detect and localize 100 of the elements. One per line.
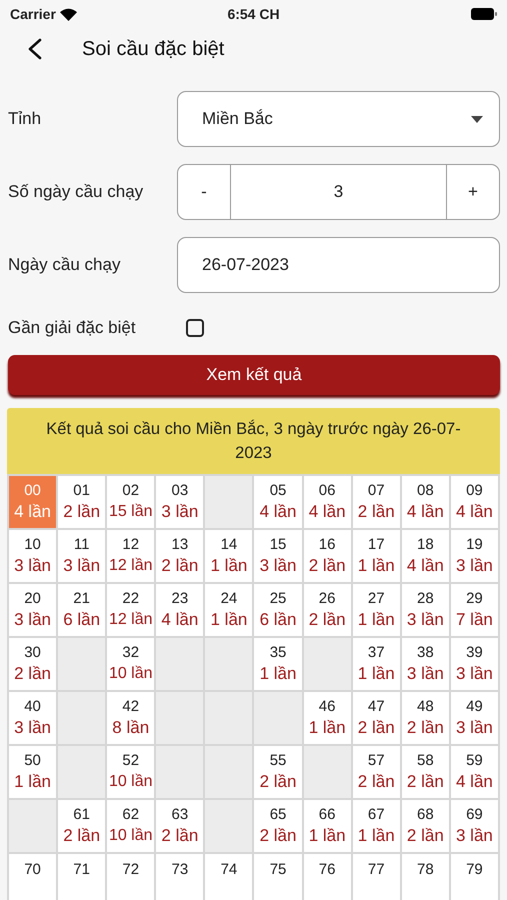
cell-count: 2 lần xyxy=(63,501,100,523)
number-cell[interactable]: 20 3 lần xyxy=(9,584,56,636)
increment-button[interactable]: + xyxy=(447,165,499,219)
number-cell[interactable]: 75 xyxy=(254,854,302,900)
number-cell[interactable]: 14 1 lần xyxy=(205,530,252,582)
number-cell[interactable]: 76 xyxy=(304,854,351,900)
number-cell[interactable]: 24 1 lần xyxy=(205,584,252,636)
number-cell[interactable]: 25 6 lần xyxy=(254,584,302,636)
number-cell[interactable]: 08 4 lần xyxy=(402,476,449,528)
number-cell[interactable]: 26 2 lần xyxy=(304,584,351,636)
number-cell[interactable]: 67 1 lần xyxy=(352,800,400,852)
number-cell[interactable]: 47 2 lần xyxy=(352,692,400,744)
cell-count: 1 lần xyxy=(308,825,346,847)
number-cell[interactable]: 40 3 lần xyxy=(9,692,56,744)
number-cell[interactable]: 57 2 lần xyxy=(352,746,400,798)
number-cell[interactable]: 32 10 lần xyxy=(107,638,154,690)
number-cell[interactable]: 05 4 lần xyxy=(254,476,302,528)
number-cell[interactable]: 18 4 lần xyxy=(402,530,449,582)
number-cell[interactable]: 52 10 lần xyxy=(107,746,154,798)
number-cell[interactable]: 39 3 lần xyxy=(450,638,498,690)
number-cell[interactable]: 16 2 lần xyxy=(304,530,351,582)
cell-number: 00 xyxy=(24,481,41,501)
number-cell[interactable]: 13 2 lần xyxy=(156,530,204,582)
province-dropdown[interactable]: Miền Bắc xyxy=(177,91,500,147)
number-cell[interactable]: 50 1 lần xyxy=(9,746,56,798)
number-cell[interactable]: 69 3 lần xyxy=(450,800,498,852)
number-cell[interactable]: 07 2 lần xyxy=(352,476,400,528)
number-cell[interactable]: 35 1 lần xyxy=(254,638,302,690)
number-cell[interactable]: 70 xyxy=(9,854,56,900)
cell-count: 1 lần xyxy=(358,825,395,847)
cell-number: 72 xyxy=(122,860,140,880)
cell-number: 55 xyxy=(270,751,286,771)
number-cell[interactable]: 01 2 lần xyxy=(58,476,106,528)
number-cell[interactable]: 71 xyxy=(58,854,106,900)
cell-count: 15 lần xyxy=(108,502,153,522)
cell-count: 2 lần xyxy=(308,609,346,631)
submit-button[interactable]: Xem kết quả xyxy=(8,355,500,395)
number-cell[interactable]: 38 3 lần xyxy=(402,638,449,690)
days-value-field[interactable]: 3 xyxy=(230,165,447,219)
number-cell[interactable]: 49 3 lần xyxy=(450,692,498,744)
number-cell[interactable]: 74 xyxy=(205,854,252,900)
cell-number: 11 xyxy=(74,535,90,555)
number-cell[interactable]: 02 15 lần xyxy=(107,476,154,528)
cell-count: 3 lần xyxy=(456,663,493,685)
number-cell[interactable]: 03 3 lần xyxy=(156,476,204,528)
number-cell[interactable]: 37 1 lần xyxy=(352,638,400,690)
result-title: Kết quả soi cầu cho Miền Bắc, 3 ngày trước ngày 26-07-2023 xyxy=(7,408,500,474)
number-cell[interactable]: 79 xyxy=(450,854,498,900)
cell-number: 22 xyxy=(122,589,140,609)
cell-number: 38 xyxy=(417,643,434,663)
number-cell[interactable]: 30 2 lần xyxy=(9,638,56,690)
number-cell[interactable]: 66 1 lần xyxy=(304,800,351,852)
number-cell[interactable]: 62 10 lần xyxy=(107,800,154,852)
number-cell[interactable]: 65 2 lần xyxy=(254,800,302,852)
number-cell[interactable]: 78 xyxy=(402,854,449,900)
screen-title: Soi cầu đặc biệt xyxy=(82,38,224,60)
number-cell[interactable]: 17 1 lần xyxy=(352,530,400,582)
empty-cell xyxy=(205,800,252,852)
checkbox[interactable] xyxy=(186,319,204,337)
number-cell[interactable]: 21 6 lần xyxy=(58,584,106,636)
cell-count: 1 lần xyxy=(358,555,395,577)
number-cell[interactable]: 61 2 lần xyxy=(58,800,106,852)
number-cell[interactable]: 12 12 lần xyxy=(107,530,154,582)
number-cell[interactable]: 22 12 lần xyxy=(107,584,154,636)
cell-number: 61 xyxy=(73,805,90,825)
date-field[interactable]: 26-07-2023 xyxy=(177,237,500,293)
number-cell[interactable]: 09 4 lần xyxy=(450,476,498,528)
number-cell[interactable]: 73 xyxy=(156,854,204,900)
number-cell[interactable]: 23 4 lần xyxy=(156,584,204,636)
cell-number: 12 xyxy=(122,535,140,555)
cell-count: 4 lần xyxy=(456,771,493,793)
number-cell[interactable]: 58 2 lần xyxy=(402,746,449,798)
number-cell[interactable]: 29 7 lần xyxy=(450,584,498,636)
number-cell[interactable]: 28 3 lần xyxy=(402,584,449,636)
number-cell[interactable]: 77 xyxy=(352,854,400,900)
cell-count: 8 lần xyxy=(112,717,150,739)
number-cell[interactable]: 63 2 lần xyxy=(156,800,204,852)
number-cell[interactable]: 11 3 lần xyxy=(58,530,106,582)
number-cell[interactable]: 27 1 lần xyxy=(352,584,400,636)
number-cell[interactable]: 68 2 lần xyxy=(402,800,449,852)
empty-cell xyxy=(205,476,252,528)
number-cell[interactable]: 55 2 lần xyxy=(254,746,302,798)
decrement-button[interactable]: - xyxy=(178,165,230,219)
cell-count: 4 lần xyxy=(406,555,444,577)
number-cell[interactable]: 06 4 lần xyxy=(304,476,351,528)
number-cell[interactable]: 10 3 lần xyxy=(9,530,56,582)
cell-number: 35 xyxy=(270,643,286,663)
number-cell[interactable]: 19 3 lần xyxy=(450,530,498,582)
cell-count: 10 lần xyxy=(108,772,153,792)
number-cell[interactable]: 59 4 lần xyxy=(450,746,498,798)
cell-count: 3 lần xyxy=(63,555,100,577)
number-cell[interactable]: 48 2 lần xyxy=(402,692,449,744)
empty-cell xyxy=(9,800,56,852)
number-cell[interactable]: 15 3 lần xyxy=(254,530,302,582)
back-icon[interactable] xyxy=(26,38,44,60)
cell-count: 4 lần xyxy=(456,501,493,523)
number-cell[interactable]: 42 8 lần xyxy=(107,692,154,744)
number-cell[interactable]: 72 xyxy=(107,854,154,900)
number-cell[interactable]: 46 1 lần xyxy=(304,692,351,744)
cell-count: 10 lần xyxy=(108,664,153,684)
